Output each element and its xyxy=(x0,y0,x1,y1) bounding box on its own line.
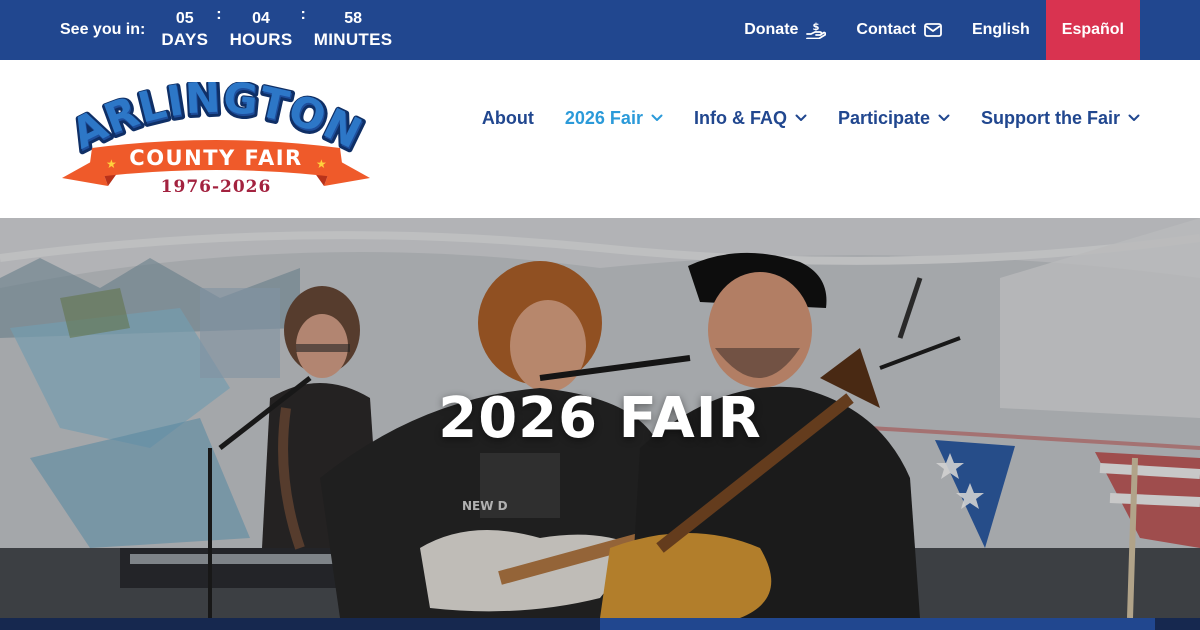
bottom-strip xyxy=(0,618,1200,630)
envelope-icon xyxy=(924,23,942,37)
svg-text:$: $ xyxy=(813,22,820,33)
site-header: ARLINGTON ARLINGTON ★ ★ COUNTY FAIR 1976… xyxy=(0,60,1200,218)
nav-participate[interactable]: Participate xyxy=(838,108,950,129)
countdown-days: 05 DAYS xyxy=(161,9,208,51)
countdown-hours-label: HOURS xyxy=(229,30,293,49)
svg-text:★: ★ xyxy=(316,157,327,171)
site-logo[interactable]: ARLINGTON ARLINGTON ★ ★ COUNTY FAIR 1976… xyxy=(58,71,374,200)
nav-info-faq[interactable]: Info & FAQ xyxy=(694,108,807,129)
logo-line2: COUNTY FAIR xyxy=(129,146,302,170)
donate-hand-icon: $ xyxy=(806,21,827,39)
nav-support-label: Support the Fair xyxy=(981,107,1120,128)
countdown-minutes-label: MINUTES xyxy=(313,30,393,49)
countdown-days-value: 05 xyxy=(175,10,194,27)
nav-info-faq-label: Info & FAQ xyxy=(693,107,787,128)
language-english-link[interactable]: English xyxy=(957,0,1045,60)
language-espanol-label: Español xyxy=(1061,21,1124,38)
countdown-minutes: 58 MINUTES xyxy=(314,9,393,51)
countdown-separator: : xyxy=(300,6,306,23)
language-english-label: English xyxy=(971,21,1030,38)
nav-about-label: About xyxy=(481,107,534,128)
hero-banner: NEW D 2026 FAIR xyxy=(0,218,1200,618)
countdown-separator: : xyxy=(216,6,222,23)
arlington-county-fair-logo: ARLINGTON ARLINGTON ★ ★ COUNTY FAIR 1976… xyxy=(62,71,373,197)
top-utility-bar: See you in: 05 DAYS : 04 HOURS : 58 MINU… xyxy=(0,0,1200,60)
nav-support-the-fair[interactable]: Support the Fair xyxy=(981,108,1140,129)
donate-link[interactable]: Donate $ xyxy=(729,0,841,60)
countdown-prefix: See you in: xyxy=(60,21,146,38)
chevron-down-icon xyxy=(938,114,950,122)
logo-years: 1976-2026 xyxy=(161,177,272,197)
nav-about[interactable]: About xyxy=(482,108,534,129)
chevron-down-icon xyxy=(795,114,807,122)
svg-text:★: ★ xyxy=(106,157,117,171)
nav-2026-fair-label: 2026 Fair xyxy=(564,107,643,128)
countdown-minutes-value: 58 xyxy=(344,10,362,27)
nav-2026-fair[interactable]: 2026 Fair xyxy=(565,108,663,129)
countdown-hours: 04 HOURS xyxy=(230,9,293,51)
nav-participate-label: Participate xyxy=(837,107,930,128)
chevron-down-icon xyxy=(651,114,663,122)
contact-link[interactable]: Contact xyxy=(841,0,957,60)
contact-link-label: Contact xyxy=(856,21,916,38)
chevron-down-icon xyxy=(1128,114,1140,122)
hero-title: 2026 FAIR xyxy=(438,386,762,451)
language-espanol-link[interactable]: Español xyxy=(1045,0,1140,60)
fair-countdown: See you in: 05 DAYS : 04 HOURS : 58 MINU… xyxy=(60,0,392,60)
donate-link-label: Donate xyxy=(744,21,799,38)
bottom-strip-accent xyxy=(600,618,1155,630)
countdown-hours-value: 04 xyxy=(252,10,270,27)
countdown-days-label: DAYS xyxy=(161,30,209,49)
main-nav: About 2026 Fair Info & FAQ Participate S… xyxy=(451,100,1140,136)
utility-links: Donate $ Contact English Español xyxy=(729,0,1140,60)
